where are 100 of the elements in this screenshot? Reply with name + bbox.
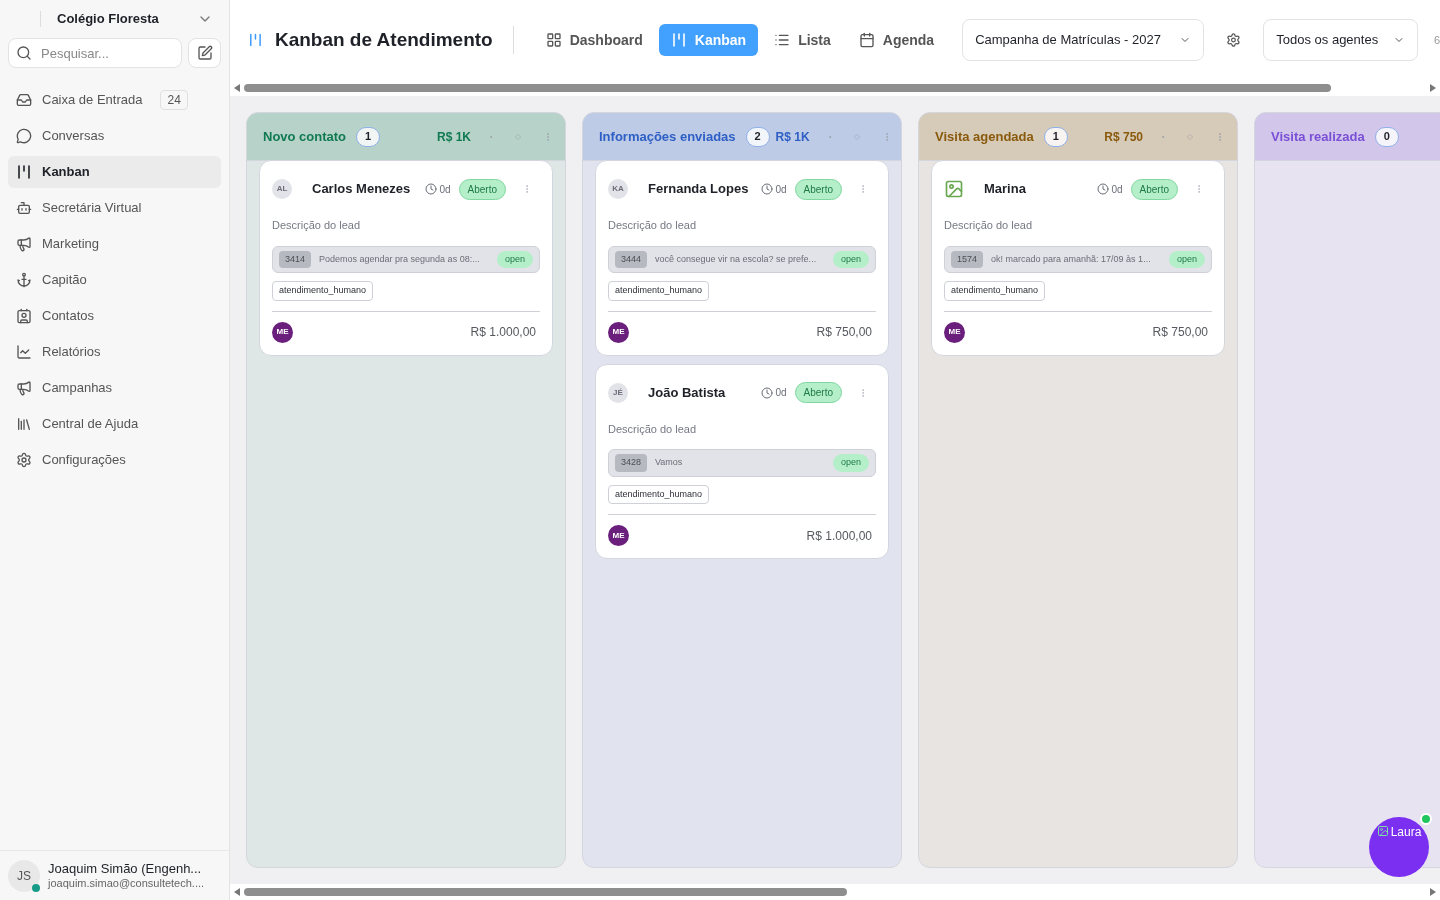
- workspace-name[interactable]: Colégio Floresta: [57, 9, 197, 29]
- broken-image-icon: [944, 179, 964, 199]
- anchor-icon: [16, 272, 32, 288]
- lead-name: Marina: [984, 180, 1027, 199]
- column-total: R$ 1K: [437, 128, 471, 146]
- view-tab[interactable]: Agenda: [846, 24, 947, 56]
- lead-card[interactable]: AL Carlos Menezes 0d Aberto Descrição do lead 3414 Podemos agendar pra segunda as 08:... open atendimento_humano ME R$ 1.000,00: [259, 160, 553, 356]
- elapsed-time: 0d: [761, 181, 787, 197]
- card-count: 1: [356, 126, 381, 147]
- message-status: open: [832, 454, 869, 472]
- column-total: R$ 750: [1104, 128, 1143, 146]
- diamond-icon[interactable]: [1187, 133, 1193, 140]
- agent-select[interactable]: Todos os agentes: [1263, 19, 1418, 61]
- nav-item[interactable]: Relatórios: [8, 336, 221, 368]
- nav-item[interactable]: Kanban: [8, 156, 221, 188]
- status-badge: Aberto: [794, 178, 842, 200]
- search-icon: [16, 45, 32, 61]
- avatar: KA: [608, 179, 628, 199]
- lead-name: Fernanda Lopes: [648, 180, 750, 199]
- message-id: 3414: [279, 250, 312, 268]
- settings-icon[interactable]: [1226, 32, 1242, 48]
- chat-icon: [16, 128, 32, 144]
- nav-item[interactable]: Marketing: [8, 228, 221, 260]
- lead-description: Descrição do lead: [608, 421, 698, 437]
- compose-button[interactable]: [188, 38, 221, 68]
- lead-name: Carlos Menezes: [312, 180, 412, 199]
- scrollbar-thumb[interactable]: [244, 888, 847, 896]
- elapsed-time: 0d: [425, 181, 451, 197]
- inbox-icon: [16, 92, 32, 108]
- tag: atendimento_humano: [272, 281, 374, 301]
- view-tab[interactable]: Lista: [762, 24, 843, 56]
- scroll-right-icon[interactable]: [1430, 84, 1436, 92]
- owner-avatar: ME: [272, 321, 293, 343]
- assistant-button[interactable]: Laura: [1369, 817, 1429, 877]
- lead-card[interactable]: KA Fernanda Lopes 0d Aberto Descrição do lead 3444 você consegue vir na escola? se prefe... open atendimento_humano ME R$ 750,00: [595, 160, 889, 356]
- last-message[interactable]: 3414 Podemos agendar pra segunda as 08:... open: [272, 245, 540, 273]
- count-badge: 24: [160, 90, 188, 110]
- view-tab[interactable]: Dashboard: [533, 24, 655, 56]
- lead-description: Descrição do lead: [272, 218, 362, 233]
- user-name: Joaquim Simão (Engenh...: [48, 860, 203, 877]
- nav-item[interactable]: Configurações: [8, 444, 221, 476]
- deal-value: R$ 1.000,00: [806, 527, 873, 545]
- nav-item[interactable]: Capitão: [8, 264, 221, 296]
- robot-icon: [16, 200, 32, 216]
- nav-item[interactable]: Central de Ajuda: [8, 408, 221, 440]
- campaign-select[interactable]: Campanha de Matrículas - 2027: [962, 19, 1205, 61]
- nav-item[interactable]: Conversas: [8, 120, 221, 152]
- lead-card[interactable]: Marina 0d Aberto Descrição do lead 1574 ok! marcado para amanhã: 17/09 às 1... open atendimento_humano ME R$ 750,00: [931, 160, 1225, 356]
- scrollbar-thumb[interactable]: [244, 84, 1332, 92]
- message-preview: ok! marcado para amanhã: 17/09 às 1...: [991, 252, 1152, 266]
- clock-icon: [425, 183, 438, 195]
- tag: atendimento_humano: [944, 281, 1046, 301]
- column-title: Visita agendada: [935, 127, 1034, 146]
- lead-card[interactable]: JÉ João Batista 0d Aberto Descrição do lead 3428 Vamos open atendimento_humano ME R$ 1.000,00: [595, 363, 889, 559]
- nav-item[interactable]: Contatos: [8, 300, 221, 332]
- status-badge: Aberto: [458, 178, 506, 200]
- calendar-icon: [858, 32, 875, 48]
- megaphone-icon: [16, 236, 32, 252]
- last-message[interactable]: 1574 ok! marcado para amanhã: 17/09 às 1... open: [944, 245, 1212, 273]
- line-chart-icon: [16, 344, 32, 360]
- nav-item[interactable]: Caixa de Entrada 24: [8, 84, 221, 116]
- avatar: JÉ: [608, 382, 628, 403]
- message-status: open: [832, 250, 869, 268]
- contact-card-icon: [16, 308, 32, 324]
- user-email: joaquim.simao@consultetech....: [48, 876, 205, 891]
- nav-item[interactable]: Campanhas: [8, 372, 221, 404]
- megaphone-icon: [16, 380, 32, 396]
- deal-value: R$ 750,00: [1152, 324, 1209, 341]
- books-icon: [16, 416, 32, 432]
- clock-icon: [761, 386, 774, 399]
- scroll-right-icon[interactable]: [1430, 888, 1436, 896]
- page-title: Kanban de Atendimento: [274, 27, 493, 52]
- deal-value: R$ 1.000,00: [470, 324, 537, 341]
- kanban-icon: [16, 164, 32, 180]
- card-count: 2: [745, 126, 770, 147]
- message-preview: Podemos agendar pra segunda as 08:...: [319, 252, 481, 266]
- last-message[interactable]: 3428 Vamos open: [608, 449, 876, 477]
- column-title: Visita realizada: [1271, 127, 1365, 146]
- message-status: open: [496, 250, 533, 268]
- elapsed-time: 0d: [761, 385, 787, 400]
- last-message[interactable]: 3444 você consegue vir na escola? se prefe... open: [608, 245, 876, 273]
- owner-avatar: ME: [608, 525, 629, 546]
- message-preview: Vamos: [655, 456, 684, 469]
- nav-item[interactable]: Secretária Virtual: [8, 192, 221, 224]
- message-status: open: [1168, 250, 1205, 268]
- avatar: AL: [272, 179, 292, 199]
- search-field[interactable]: Pesquisar...: [8, 38, 182, 68]
- owner-avatar: ME: [608, 321, 629, 343]
- user-avatar[interactable]: JS: [8, 859, 40, 892]
- status-badge: Aberto: [1130, 178, 1178, 200]
- message-id: 3428: [615, 454, 648, 472]
- lead-description: Descrição do lead: [944, 218, 1034, 233]
- owner-avatar: ME: [944, 321, 965, 343]
- message-id: 3444: [615, 250, 648, 268]
- card-count: 1: [1043, 126, 1068, 147]
- kanban-icon: [670, 32, 687, 48]
- grid-icon: [545, 32, 562, 48]
- status-badge: Aberto: [794, 382, 842, 403]
- column-title: Novo contato: [263, 127, 347, 146]
- lead-name: João Batista: [648, 383, 727, 402]
